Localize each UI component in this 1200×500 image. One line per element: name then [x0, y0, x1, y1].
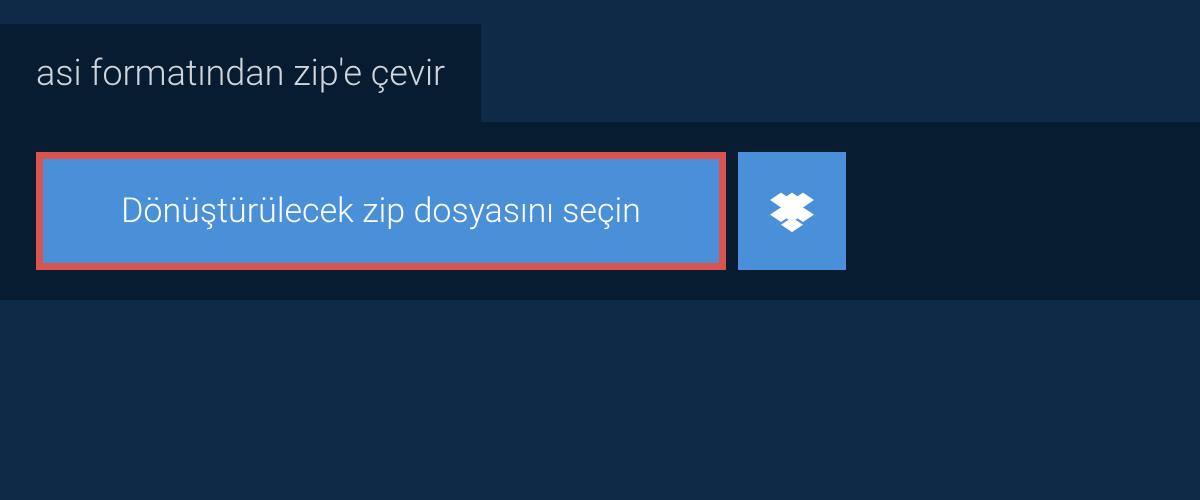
page-title: asi formatından zip'e çevir: [0, 24, 481, 122]
upload-panel: Dönüştürülecek zip dosyasını seçin: [0, 122, 1200, 300]
dropbox-button[interactable]: [738, 152, 846, 270]
dropbox-icon: [770, 189, 814, 233]
select-file-button[interactable]: Dönüştürülecek zip dosyasını seçin: [36, 152, 726, 270]
